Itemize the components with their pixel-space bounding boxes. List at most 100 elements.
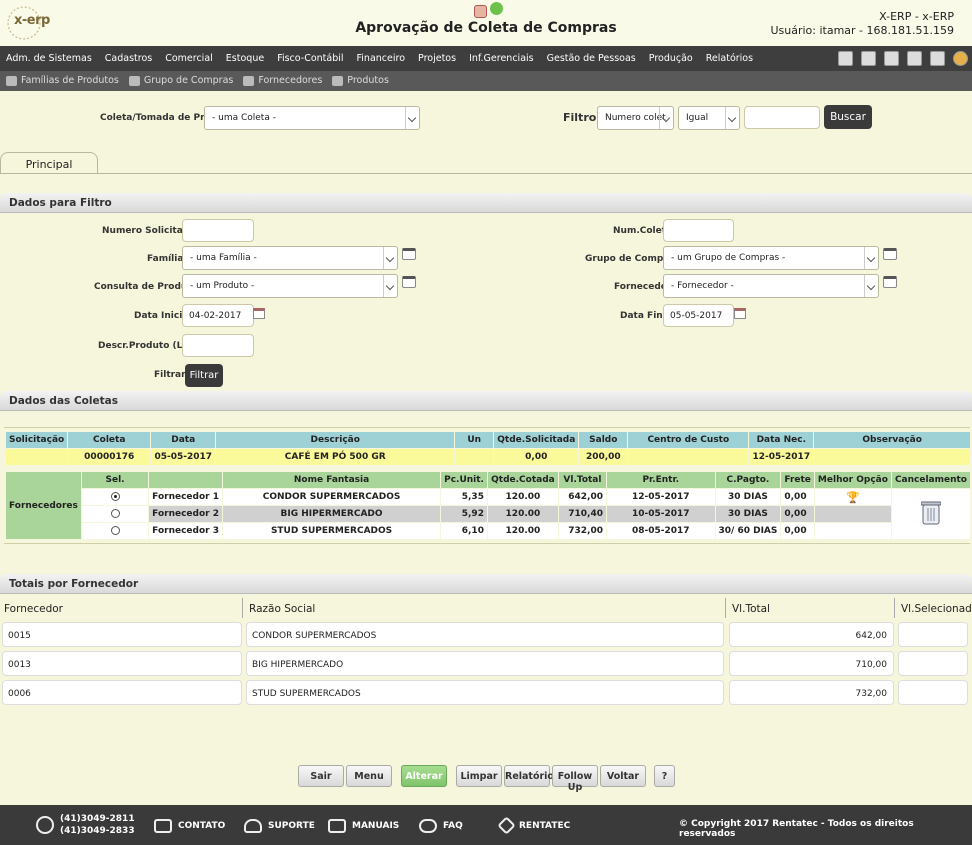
header-shortcuts bbox=[474, 2, 503, 18]
cell-centro-custo bbox=[628, 449, 749, 465]
fornecedor-row[interactable]: Fornecedor 1 CONDOR SUPERMERCADOS 5,35 1… bbox=[6, 489, 970, 539]
footer-suporte[interactable]: SUPORTE bbox=[244, 819, 315, 833]
help-button[interactable]: ? bbox=[654, 765, 675, 787]
cart-icon bbox=[332, 75, 344, 86]
submenu-fornecedores[interactable]: Fornecedores bbox=[243, 75, 322, 86]
familias-select[interactable]: - uma Família - bbox=[182, 246, 398, 270]
filtro-field-select[interactable]: Numero colet bbox=[597, 106, 674, 130]
menu-adm-sistemas[interactable]: Adm. de Sistemas bbox=[6, 53, 92, 64]
select-cell bbox=[81, 523, 149, 539]
totais-vl-selecionado-input[interactable] bbox=[898, 622, 968, 647]
totais-col-vl-selecionado: Vl.Selecionado bbox=[897, 598, 972, 618]
totais-vl-selecionado-input[interactable] bbox=[898, 680, 968, 705]
menu-projetos[interactable]: Projetos bbox=[418, 53, 456, 64]
calendar-icon[interactable] bbox=[734, 308, 746, 319]
document-icon[interactable] bbox=[884, 51, 899, 66]
cell-nome-fantasia: BIG HIPERMERCADO bbox=[223, 506, 441, 522]
totais-vl-total-cell: 710,00 bbox=[729, 651, 894, 676]
totais-razao-cell: STUD SUPERMERCADOS bbox=[246, 680, 724, 705]
footer-manuais[interactable]: MANUAIS bbox=[328, 819, 399, 833]
filtro-op-value: Igual bbox=[686, 113, 709, 123]
filtro-op-select[interactable]: Igual bbox=[678, 106, 740, 130]
calendar-icon[interactable] bbox=[253, 308, 265, 319]
report-icon[interactable] bbox=[907, 51, 922, 66]
tab-divider bbox=[0, 173, 972, 174]
fornecedor-radio-1[interactable] bbox=[110, 492, 120, 501]
sair-button[interactable]: Sair bbox=[298, 765, 344, 787]
chevron-down-icon bbox=[405, 107, 419, 129]
totais-fornecedor-cell: 0013 bbox=[2, 651, 242, 676]
filtro-label: Filtro: bbox=[563, 111, 601, 124]
fornecedor-select[interactable]: - Fornecedor - bbox=[663, 274, 879, 298]
footer-faq-label: FAQ bbox=[443, 821, 463, 831]
totais-vl-selecionado-input[interactable] bbox=[898, 651, 968, 676]
buscar-button[interactable]: Buscar bbox=[824, 105, 872, 129]
data-inicial-input[interactable]: 04-02-2017 bbox=[182, 304, 254, 327]
col-vl-total: Vl.Total bbox=[558, 472, 606, 488]
follow-up-button[interactable]: Follow Up bbox=[552, 765, 598, 793]
col-centro-custo: Centro de Custo bbox=[628, 432, 749, 448]
home-icon[interactable] bbox=[838, 51, 853, 66]
add-shortcut-icon[interactable] bbox=[490, 2, 503, 15]
trash-icon[interactable] bbox=[920, 500, 942, 526]
menu-producao[interactable]: Produção bbox=[649, 53, 693, 64]
alterar-button[interactable]: Alterar bbox=[401, 765, 447, 787]
menu-fisco-contabil[interactable]: Fisco-Contábil bbox=[277, 53, 343, 64]
familias-list-icon[interactable] bbox=[402, 248, 416, 260]
menu-comercial[interactable]: Comercial bbox=[165, 53, 213, 64]
menu-gestao-pessoas[interactable]: Gestão de Pessoas bbox=[547, 53, 636, 64]
coleta-row[interactable]: 00000176 05-05-2017 CAFÉ EM PÓ 500 GR 0,… bbox=[6, 449, 970, 465]
totais-fornecedor-cell: 0015 bbox=[2, 622, 242, 647]
phone-1: (41)3049-2811 bbox=[60, 814, 135, 824]
produtos-list-icon[interactable] bbox=[402, 276, 416, 288]
mail-icon bbox=[154, 819, 172, 833]
footer-contato[interactable]: CONTATO bbox=[154, 819, 225, 833]
totais-vl-total-cell: 642,00 bbox=[729, 622, 894, 647]
fornecedor-radio-2[interactable] bbox=[110, 509, 120, 518]
grupo-compras-select-value: - um Grupo de Compras - bbox=[671, 253, 786, 263]
calendar-shortcut-icon[interactable] bbox=[474, 5, 487, 18]
fornecedor-list-icon[interactable] bbox=[883, 276, 897, 288]
print-icon[interactable] bbox=[861, 51, 876, 66]
filtro-value-input[interactable] bbox=[744, 106, 820, 129]
fornecedor-radio-3[interactable] bbox=[110, 526, 120, 535]
export-icon[interactable] bbox=[930, 51, 945, 66]
chevron-down-icon bbox=[864, 275, 878, 297]
col-nome-fantasia: Nome Fantasia bbox=[223, 472, 441, 488]
tab-principal[interactable]: Principal bbox=[0, 152, 98, 174]
voltar-button[interactable]: Voltar bbox=[600, 765, 646, 787]
menu-relatorios[interactable]: Relatórios bbox=[706, 53, 753, 64]
grupo-compras-select[interactable]: - um Grupo de Compras - bbox=[663, 246, 879, 270]
filtrar-button[interactable]: Filtrar bbox=[185, 364, 223, 387]
data-final-input[interactable]: 05-05-2017 bbox=[663, 304, 734, 327]
submenu-familias[interactable]: Famílias de Produtos bbox=[6, 75, 119, 86]
menu-inf-gerenciais[interactable]: Inf.Gerenciais bbox=[469, 53, 534, 64]
trophy-icon: 🏆 bbox=[814, 489, 891, 505]
num-coleta-input[interactable] bbox=[663, 219, 734, 242]
produtos-select[interactable]: - um Produto - bbox=[182, 274, 398, 298]
menu-financeiro[interactable]: Financeiro bbox=[357, 53, 406, 64]
filtro-field-value: Numero colet bbox=[605, 113, 666, 123]
submenu-produtos[interactable]: Produtos bbox=[332, 75, 389, 86]
submenu-grupo-compras[interactable]: Grupo de Compras bbox=[128, 75, 233, 86]
cell-pr-entr: 10-05-2017 bbox=[607, 506, 715, 522]
relatorio-button[interactable]: Relatório bbox=[504, 765, 554, 787]
fornecedor-row[interactable]: Fornecedor 2 BIG HIPERMERCADO 5,92 120.0… bbox=[6, 506, 970, 522]
descr-produto-input[interactable] bbox=[182, 334, 254, 357]
menu-cadastros[interactable]: Cadastros bbox=[105, 53, 152, 64]
fornecedores-table: Fornecedores Sel. Nome Fantasia Pc.Unit.… bbox=[5, 471, 971, 540]
footer-faq[interactable]: FAQ bbox=[419, 819, 463, 833]
fornecedor-row[interactable]: Fornecedor 3 STUD SUPERMERCADOS 6,10 120… bbox=[6, 523, 970, 539]
system-name: X-ERP - x-ERP bbox=[879, 10, 954, 23]
menu-button[interactable]: Menu bbox=[346, 765, 392, 787]
footer-rentatec[interactable]: RENTATEC bbox=[497, 816, 570, 835]
footer-manuais-label: MANUAIS bbox=[352, 821, 400, 831]
coleta-select[interactable]: - uma Coleta - bbox=[204, 106, 420, 130]
power-icon[interactable] bbox=[953, 51, 968, 66]
menu-estoque[interactable]: Estoque bbox=[226, 53, 264, 64]
numero-solicitacao-input[interactable] bbox=[182, 219, 254, 242]
limpar-button[interactable]: Limpar bbox=[456, 765, 502, 787]
cell-pr-entr: 12-05-2017 bbox=[607, 489, 715, 505]
select-cell bbox=[81, 506, 149, 522]
grupo-list-icon[interactable] bbox=[883, 248, 897, 260]
